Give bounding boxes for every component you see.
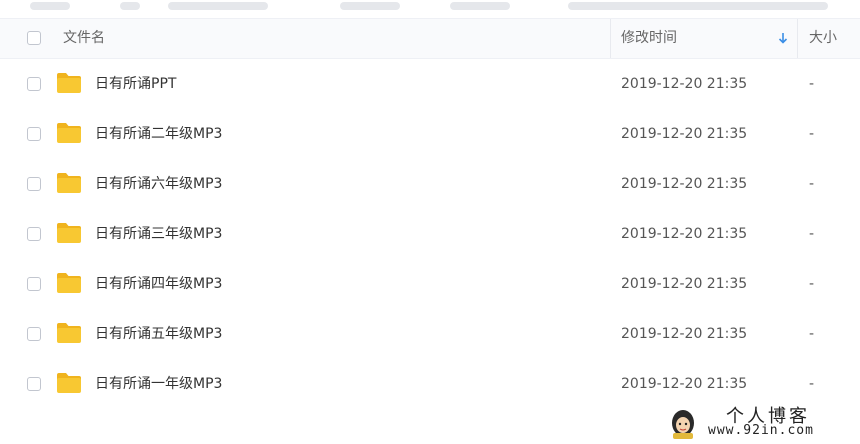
file-size: - <box>809 76 815 92</box>
row-checkbox[interactable] <box>27 327 41 341</box>
select-all-checkbox[interactable] <box>27 31 41 45</box>
file-row[interactable]: 日有所诵三年级MP3 2019-12-20 21:35 - <box>0 209 860 259</box>
file-row[interactable]: 日有所诵PPT 2019-12-20 21:35 - <box>0 59 860 109</box>
file-row[interactable]: 日有所诵四年级MP3 2019-12-20 21:35 - <box>0 259 860 309</box>
row-checkbox[interactable] <box>27 277 41 291</box>
file-modified-time: 2019-12-20 21:35 <box>621 226 748 242</box>
column-header-filename[interactable]: 文件名 <box>63 19 105 58</box>
file-size: - <box>809 326 815 342</box>
file-name[interactable]: 日有所诵二年级MP3 <box>95 109 222 159</box>
row-checkbox[interactable] <box>27 127 41 141</box>
file-name[interactable]: 日有所诵六年级MP3 <box>95 159 222 209</box>
file-size: - <box>809 276 815 292</box>
file-modified-time: 2019-12-20 21:35 <box>621 176 748 192</box>
file-modified-time: 2019-12-20 21:35 <box>621 126 748 142</box>
folder-icon <box>57 173 81 193</box>
file-list-header: 文件名 修改时间 大小 <box>0 19 860 59</box>
file-row[interactable]: 日有所诵六年级MP3 2019-12-20 21:35 - <box>0 159 860 209</box>
avatar-logo-icon <box>672 410 694 439</box>
folder-icon <box>57 223 81 243</box>
file-modified-time: 2019-12-20 21:35 <box>621 276 748 292</box>
file-size: - <box>809 126 815 142</box>
row-checkbox[interactable] <box>27 377 41 391</box>
folder-icon <box>57 323 81 343</box>
watermark: 个人博客 www.92in.com <box>668 402 860 444</box>
file-name[interactable]: 日有所诵四年级MP3 <box>95 259 222 309</box>
breadcrumb-bar <box>0 0 860 19</box>
folder-icon <box>57 123 81 143</box>
column-header-size[interactable]: 大小 <box>809 19 837 58</box>
row-checkbox[interactable] <box>27 177 41 191</box>
file-modified-time: 2019-12-20 21:35 <box>621 76 748 92</box>
file-row[interactable]: 日有所诵五年级MP3 2019-12-20 21:35 - <box>0 309 860 359</box>
file-size: - <box>809 226 815 242</box>
file-name[interactable]: 日有所诵三年级MP3 <box>95 209 222 259</box>
column-header-modified[interactable]: 修改时间 <box>621 19 677 58</box>
sort-down-arrow-icon[interactable] <box>777 31 789 45</box>
folder-icon <box>57 273 81 293</box>
file-row[interactable]: 日有所诵二年级MP3 2019-12-20 21:35 - <box>0 109 860 159</box>
file-name[interactable]: 日有所诵一年级MP3 <box>95 359 222 409</box>
file-name[interactable]: 日有所诵PPT <box>95 59 176 109</box>
file-modified-time: 2019-12-20 21:35 <box>621 326 748 342</box>
file-size: - <box>809 176 815 192</box>
folder-icon <box>57 373 81 393</box>
watermark-site: www.92in.com <box>708 423 814 438</box>
row-checkbox[interactable] <box>27 77 41 91</box>
file-name[interactable]: 日有所诵五年级MP3 <box>95 309 222 359</box>
folder-icon <box>57 73 81 93</box>
row-checkbox[interactable] <box>27 227 41 241</box>
